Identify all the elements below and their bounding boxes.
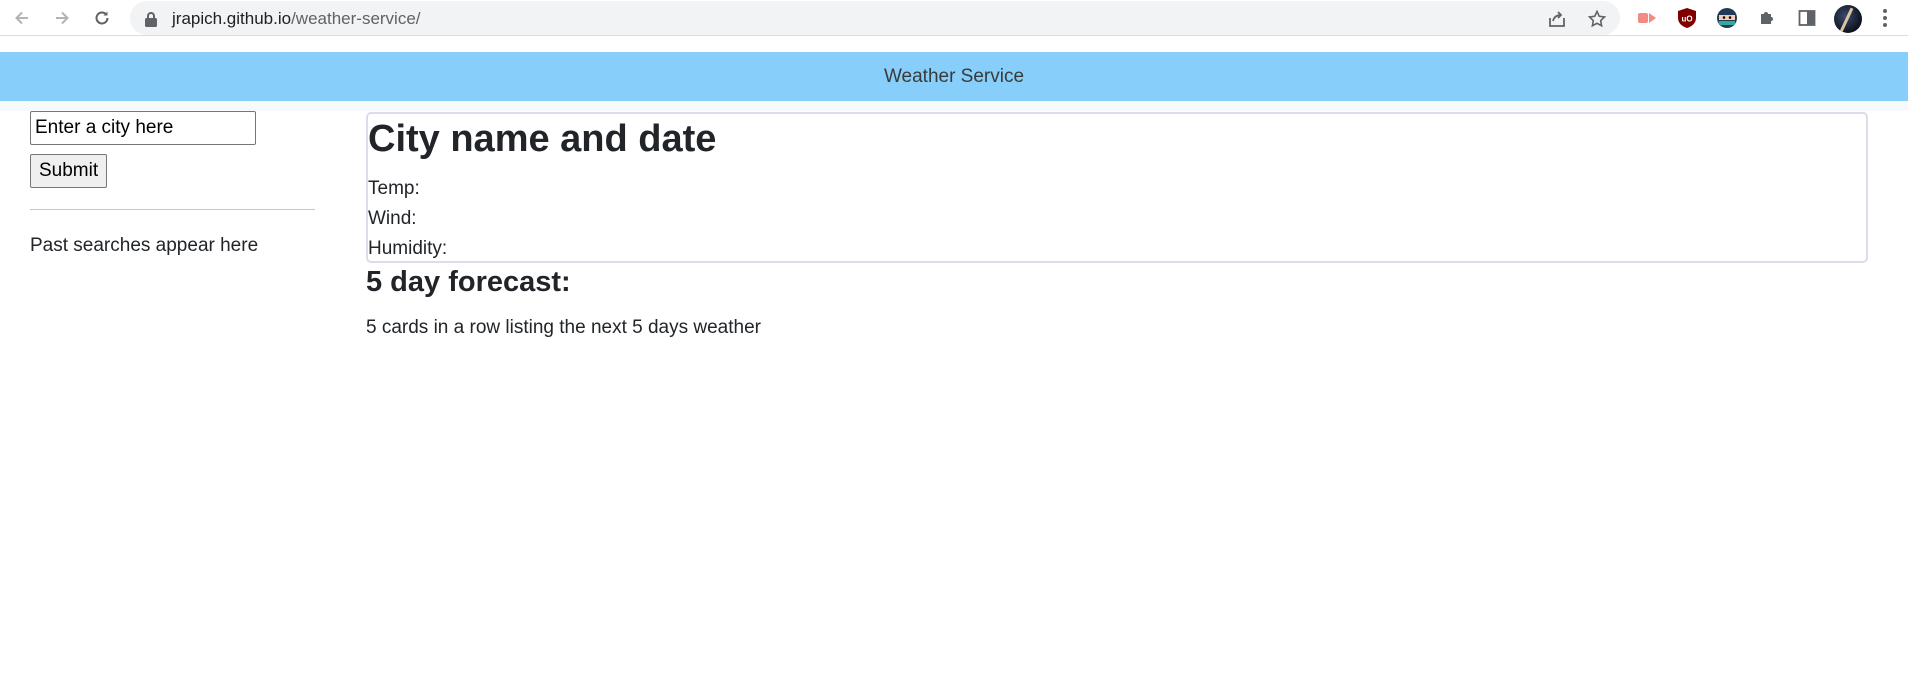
forward-arrow-icon[interactable] xyxy=(50,6,74,30)
browser-toolbar: jrapich.github.io/weather-service/ uO xyxy=(0,0,1908,36)
side-panel-icon[interactable] xyxy=(1794,5,1820,31)
past-searches-placeholder: Past searches appear here xyxy=(30,235,259,256)
star-icon[interactable] xyxy=(1586,8,1608,30)
current-weather-card: City name and date Temp: Wind: Humidity: xyxy=(366,112,1868,263)
wind-label: Wind: xyxy=(368,208,417,229)
city-date-heading: City name and date xyxy=(368,118,717,160)
share-icon[interactable] xyxy=(1546,8,1568,30)
temp-label: Temp: xyxy=(368,178,420,199)
forecast-heading: 5 day forecast: xyxy=(366,266,571,298)
site-header: Weather Service xyxy=(0,52,1908,101)
reload-icon[interactable] xyxy=(90,6,114,30)
back-arrow-icon[interactable] xyxy=(10,6,34,30)
extension-icon[interactable] xyxy=(1634,5,1660,31)
lock-icon[interactable] xyxy=(144,11,158,32)
svg-text:uO: uO xyxy=(1681,15,1692,24)
site-title: Weather Service xyxy=(883,65,1025,87)
humidity-label: Humidity: xyxy=(368,238,448,259)
address-bar[interactable]: jrapich.github.io/weather-service/ xyxy=(130,1,1620,35)
submit-button[interactable]: Submit xyxy=(30,154,108,188)
forecast-placeholder: 5 cards in a row listing the next 5 days… xyxy=(366,317,761,338)
city-search-input[interactable] xyxy=(30,111,256,145)
ublock-icon[interactable]: uO xyxy=(1674,5,1700,31)
profile-avatar[interactable] xyxy=(1834,5,1862,33)
puzzle-icon[interactable] xyxy=(1754,5,1780,31)
url-text: jrapich.github.io/weather-service/ xyxy=(172,9,421,28)
header-underlay xyxy=(0,101,1908,111)
sidebar-divider xyxy=(30,209,315,210)
ninja-extension-icon[interactable] xyxy=(1714,5,1740,31)
kebab-menu-icon[interactable] xyxy=(1878,7,1892,29)
